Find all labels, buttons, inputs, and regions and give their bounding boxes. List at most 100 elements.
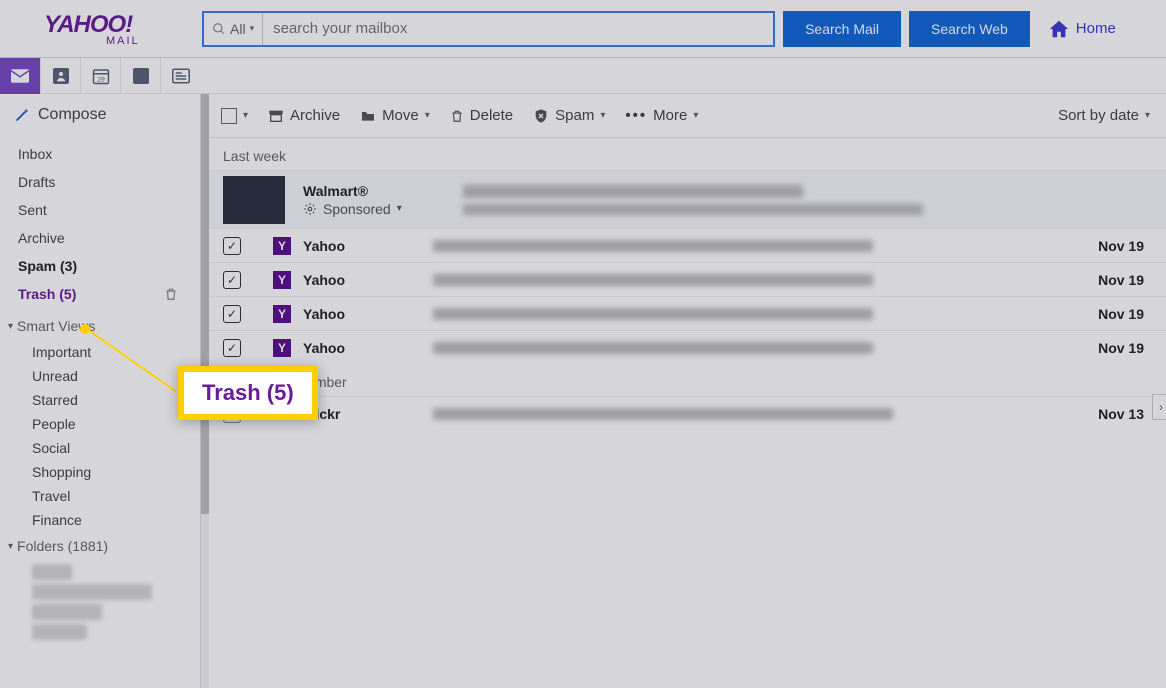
sidebar: Compose Inbox Drafts Sent Archive Spam (… bbox=[0, 94, 200, 688]
folder-trash-label: Trash (5) bbox=[18, 286, 76, 302]
row-subject bbox=[433, 240, 1098, 252]
more-button[interactable]: ••• More▾ bbox=[625, 107, 698, 124]
folder-trash[interactable]: Trash (5) bbox=[0, 280, 200, 308]
search-icon bbox=[212, 22, 226, 36]
redacted-folder[interactable] bbox=[32, 564, 72, 580]
sponsored-row[interactable]: Walmart® Sponsored ▾ bbox=[201, 170, 1166, 228]
chevron-down-icon: ▾ bbox=[8, 541, 13, 552]
calendar-app-icon[interactable]: 29 bbox=[80, 58, 120, 94]
smart-people[interactable]: People bbox=[0, 412, 200, 436]
smart-social[interactable]: Social bbox=[0, 436, 200, 460]
mail-row[interactable]: ✓ Y Yahoo Nov 19 bbox=[201, 262, 1166, 296]
sort-label: Sort by date bbox=[1058, 107, 1139, 124]
row-sender: Yahoo bbox=[303, 306, 433, 322]
row-date: Nov 19 bbox=[1098, 238, 1144, 254]
folder-sent[interactable]: Sent bbox=[0, 196, 200, 224]
row-sender: Yahoo bbox=[303, 238, 433, 254]
smart-travel[interactable]: Travel bbox=[0, 484, 200, 508]
smart-finance[interactable]: Finance bbox=[0, 508, 200, 532]
delete-button[interactable]: Delete bbox=[450, 107, 513, 124]
expand-handle[interactable]: › bbox=[1152, 394, 1166, 420]
row-subject bbox=[433, 274, 1098, 286]
row-date: Nov 13 bbox=[1098, 406, 1144, 422]
smart-important[interactable]: Important bbox=[0, 340, 200, 364]
search-mail-button[interactable]: Search Mail bbox=[783, 11, 901, 47]
system-folders: Inbox Drafts Sent Archive Spam (3) Trash… bbox=[0, 136, 200, 312]
row-checkbox[interactable]: ✓ bbox=[223, 271, 241, 289]
search-web-button[interactable]: Search Web bbox=[909, 11, 1030, 47]
home-link[interactable]: Home bbox=[1048, 18, 1116, 40]
row-checkbox[interactable]: ✓ bbox=[223, 339, 241, 357]
smart-unread[interactable]: Unread bbox=[0, 364, 200, 388]
folder-spam[interactable]: Spam (3) bbox=[0, 252, 200, 280]
smart-views-header[interactable]: ▾ Smart Views bbox=[0, 312, 200, 340]
mail-row[interactable]: ✓ Y Yahoo Nov 19 bbox=[201, 296, 1166, 330]
trash-icon bbox=[450, 108, 464, 124]
mail-row[interactable]: ✓ Y Yahoo Nov 19 bbox=[201, 228, 1166, 262]
content: ▾ Archive Move▾ Delete Spam▾ ••• More▾ bbox=[200, 94, 1166, 688]
row-checkbox[interactable]: ✓ bbox=[223, 305, 241, 323]
select-all[interactable]: ▾ bbox=[221, 108, 248, 124]
logo[interactable]: YAHOO! MAIL bbox=[44, 11, 194, 47]
search-box: All ▾ bbox=[202, 11, 775, 47]
sort-dropdown[interactable]: Sort by date▾ bbox=[1058, 107, 1150, 124]
dots-icon: ••• bbox=[625, 107, 647, 124]
move-button[interactable]: Move▾ bbox=[360, 107, 430, 124]
folder-move-icon bbox=[360, 108, 376, 124]
search-input[interactable] bbox=[263, 13, 773, 45]
ad-subject bbox=[463, 185, 1144, 215]
search-area: All ▾ Search Mail Search Web bbox=[202, 11, 1030, 47]
mail-row[interactable]: Flickr Nov 13 bbox=[201, 396, 1166, 430]
spam-button[interactable]: Spam▾ bbox=[533, 107, 605, 124]
svg-text:29: 29 bbox=[97, 76, 105, 83]
search-scope-label: All bbox=[230, 21, 246, 37]
chevron-down-icon: ▾ bbox=[8, 321, 13, 332]
row-subject bbox=[433, 342, 1098, 354]
row-date: Nov 19 bbox=[1098, 272, 1144, 288]
archive-button[interactable]: Archive bbox=[268, 107, 340, 124]
row-subject bbox=[433, 408, 1098, 420]
yahoo-icon: Y bbox=[273, 339, 291, 357]
folder-archive[interactable]: Archive bbox=[0, 224, 200, 252]
move-label: Move bbox=[382, 107, 419, 124]
mail-row[interactable]: ✓ Y Yahoo Nov 19 bbox=[201, 330, 1166, 364]
logo-product: MAIL bbox=[106, 35, 194, 47]
pencil-icon bbox=[14, 107, 30, 123]
toolbar: ▾ Archive Move▾ Delete Spam▾ ••• More▾ bbox=[201, 94, 1166, 138]
smart-starred[interactable]: Starred bbox=[0, 388, 200, 412]
smart-shopping[interactable]: Shopping bbox=[0, 460, 200, 484]
sponsored-badge[interactable]: Sponsored ▾ bbox=[303, 201, 433, 217]
redacted-folder[interactable] bbox=[32, 604, 102, 620]
ad-sender: Walmart® bbox=[303, 183, 433, 199]
ad-thumbnail bbox=[223, 176, 285, 224]
callout-anchor-dot bbox=[80, 324, 90, 334]
compose-label: Compose bbox=[38, 106, 106, 124]
contacts-app-icon[interactable] bbox=[40, 58, 80, 94]
header: YAHOO! MAIL All ▾ Search Mail Search Web… bbox=[0, 0, 1166, 58]
trash-icon[interactable] bbox=[164, 287, 178, 301]
redacted-folder[interactable] bbox=[32, 624, 87, 640]
row-date: Nov 19 bbox=[1098, 340, 1144, 356]
home-label: Home bbox=[1076, 20, 1116, 37]
news-app-icon[interactable] bbox=[160, 58, 200, 94]
row-subject bbox=[433, 308, 1098, 320]
callout-box: Trash (5) bbox=[178, 366, 318, 420]
search-scope-dropdown[interactable]: All ▾ bbox=[204, 13, 263, 45]
delete-label: Delete bbox=[470, 107, 513, 124]
scroll-thumb[interactable] bbox=[201, 94, 209, 514]
spam-label: Spam bbox=[555, 107, 594, 124]
chevron-down-icon: ▾ bbox=[397, 203, 402, 214]
yahoo-icon: Y bbox=[273, 271, 291, 289]
row-sender: Flickr bbox=[303, 406, 433, 422]
redacted-folder[interactable] bbox=[32, 584, 152, 600]
mail-app-icon[interactable] bbox=[0, 58, 40, 94]
yahoo-icon: Y bbox=[273, 305, 291, 323]
row-checkbox[interactable]: ✓ bbox=[223, 237, 241, 255]
section-earlier: Earlier in November bbox=[201, 364, 1166, 396]
user-folders-header[interactable]: ▾ Folders (1881) bbox=[0, 532, 200, 560]
folder-inbox[interactable]: Inbox bbox=[0, 140, 200, 168]
app-icon-row: 29 bbox=[0, 58, 1166, 94]
compose-button[interactable]: Compose bbox=[0, 94, 200, 136]
folder-drafts[interactable]: Drafts bbox=[0, 168, 200, 196]
notes-app-icon[interactable] bbox=[120, 58, 160, 94]
